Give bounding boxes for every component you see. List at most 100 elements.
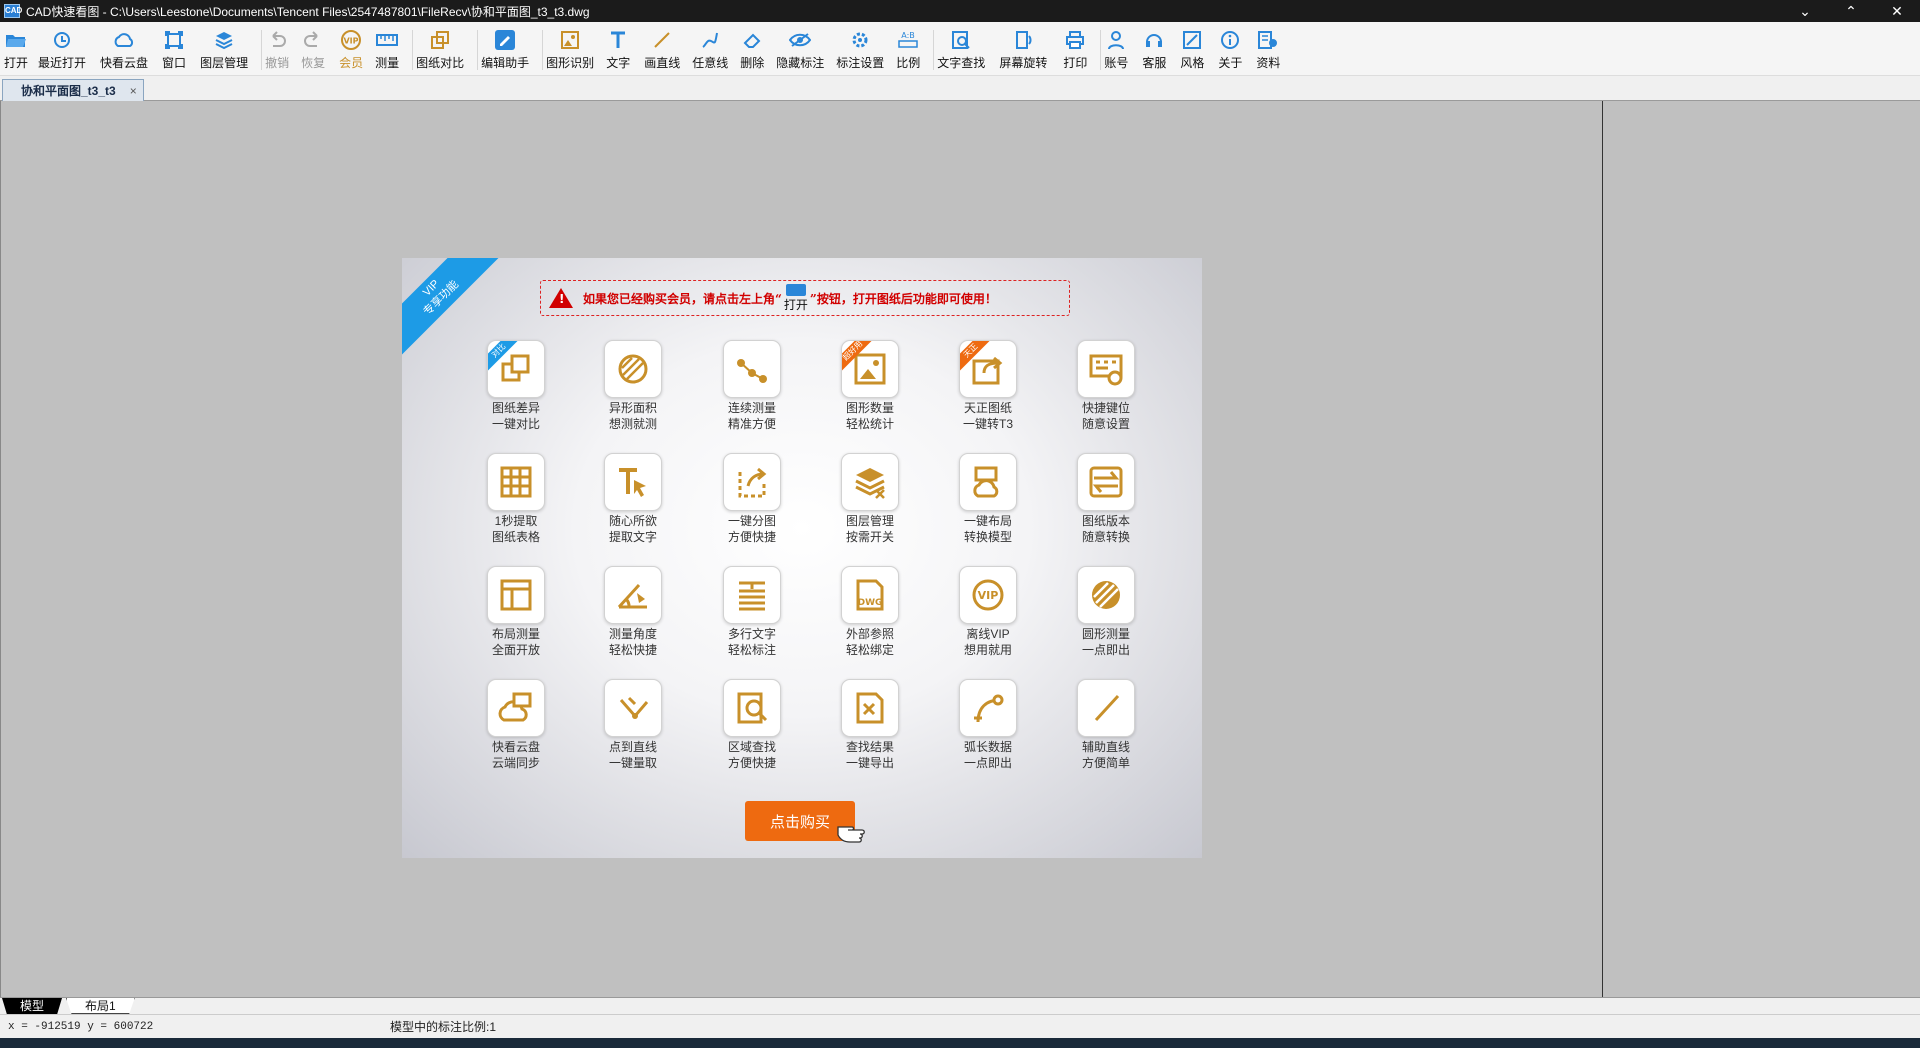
toolbar-button-window[interactable]: 窗口 [162,22,186,76]
feature-subtitle: 提取文字 [608,530,657,544]
toolbar-button-cloud[interactable]: 快看云盘 [100,22,148,76]
feature-icon-box: 超好用 [841,340,899,398]
toolbar-button-undo[interactable]: 撤销 [265,22,289,76]
feature-tile-compare-drawings[interactable]: 对比 图纸差异 一键对比 [468,340,564,432]
feature-tile-angle-measure[interactable]: 测量角度 轻松快捷 [585,566,681,658]
toolbar-button-text-search[interactable]: 文字查找 [937,22,985,76]
toolbar-button-style[interactable]: 风格 [1180,22,1204,76]
feature-tile-multiline-text[interactable]: 多行文字 轻松标注 [704,566,800,658]
notice-text-before: 如果您已经购买会员，请点击左上角“ [583,291,782,306]
close-window-button[interactable]: ✕ [1874,0,1920,22]
toolbar-button-account[interactable]: 账号 [1104,22,1128,76]
toolbar-button-folder-open[interactable]: 打开 [4,22,28,76]
measure-icon [375,28,399,52]
annotation-scale-text: 模型中的标注比例:1 [390,1020,497,1034]
feature-tile-hotkey[interactable]: 快捷键位 随意设置 [1058,340,1154,432]
arc-length-icon [974,694,1004,723]
feature-subtitle: 按需开关 [845,530,894,544]
feature-tile-area-search[interactable]: 区域查找 方便快捷 [704,679,800,771]
toolbar-button-rotate-screen[interactable]: 屏幕旋转 [999,22,1047,76]
account-icon [1104,28,1128,52]
feature-tile-export-results[interactable]: 查找结果 一键导出 [822,679,918,771]
feature-tile-layout-measure[interactable]: 布局测量 全面开放 [468,566,564,658]
toolbar-button-label: 标注设置 [836,56,885,70]
toolbar-button-measure[interactable]: 测量 [375,22,399,76]
feature-title: 图层管理 [845,514,894,528]
toolbar-button-info[interactable]: 关于 [1218,22,1242,76]
minimize-button[interactable]: ⌄ [1782,0,1828,22]
toolbar-button-print[interactable]: 打印 [1063,22,1087,76]
feature-tile-cloud-sync[interactable]: 快看云盘 云端同步 [468,679,564,771]
toolbar-button-label: 恢复 [301,56,326,70]
folder-open-icon [785,283,806,296]
compare-drawings-icon [501,354,530,382]
vip-notice: ! 如果您已经购买会员，请点击左上角“ 打开 ”按钮，打开图纸后功能即可使用！ [540,280,1070,316]
feature-tile-tangent-convert[interactable]: 天正 天正图纸 一键转T3 [940,340,1036,432]
feature-title: 点到直线 [608,740,657,754]
toolbar-button-shape-recognize[interactable]: 图形识别 [546,22,594,76]
toolbar-button-freehand[interactable]: 任意线 [692,22,728,76]
feature-tile-version-convert[interactable]: 图纸版本 随意转换 [1058,453,1154,545]
close-tab-icon[interactable]: × [130,84,137,98]
document-tab-bar: 协和平面图_t3_t3 × [0,76,1920,101]
feature-tile-xref-dwg[interactable]: DWG 外部参照 轻松绑定 [822,566,918,658]
text-search-icon [949,28,973,52]
circle-measure-icon [1092,581,1120,609]
tab-layout1[interactable]: 布局1 [66,998,135,1014]
feature-tile-shape-count[interactable]: 超好用 图形数量 轻松统计 [822,340,918,432]
toolbar-button-vip[interactable]: VIP 会员 [339,22,363,76]
toolbar-button-label: 会员 [339,56,364,70]
feature-tile-layer-toggle[interactable]: 图层管理 按需开关 [822,453,918,545]
feature-tile-layout-convert[interactable]: 一键布局 转换模型 [940,453,1036,545]
window-icon [162,28,186,52]
edit-helper-icon [493,28,517,52]
toolbar-button-recent[interactable]: 最近打开 [38,22,86,76]
recent-icon [50,28,74,52]
toolbar-button-hide-annotation[interactable]: 隐藏标注 [776,22,824,76]
feature-tile-text-extract[interactable]: 随心所欲 提取文字 [585,453,681,545]
toolbar-button-layers[interactable]: 图层管理 [200,22,248,76]
feature-icon-box [723,340,781,398]
feature-icon-box [841,453,899,511]
feature-tile-circle-measure[interactable]: 圆形测量 一点即出 [1058,566,1154,658]
toolbar-button-line[interactable]: 画直线 [644,22,680,76]
feature-icon-box [1077,566,1135,624]
document-tab[interactable]: 协和平面图_t3_t3 × [2,79,144,101]
feature-icon-box: VIP [959,566,1017,624]
toolbar-button-eraser[interactable]: 删除 [740,22,764,76]
toolbar-button-redo[interactable]: 恢复 [301,22,325,76]
maximize-button[interactable]: ⌃ [1828,0,1874,22]
undo-icon [265,28,289,52]
feature-title: 圆形测量 [1081,627,1130,641]
feature-subtitle: 一点即出 [1081,643,1130,657]
feature-title: 快看云盘 [491,740,540,754]
toolbar-button-headset[interactable]: 客服 [1142,22,1166,76]
table-extract-icon [500,466,532,498]
feature-title: 快捷键位 [1081,401,1130,415]
headset-icon [1142,28,1166,52]
feature-tile-offline-vip[interactable]: VIP 离线VIP 想用就用 [940,566,1036,658]
point-to-line-icon [619,696,649,719]
feature-tile-table-extract[interactable]: 1秒提取 图纸表格 [468,453,564,545]
feature-tile-split-drawing[interactable]: 一键分图 方便快捷 [704,453,800,545]
toolbar-button-scale[interactable]: A:B 比例 [896,22,920,76]
feature-tile-continuous-measure[interactable]: 连续测量 精准方便 [704,340,800,432]
toolbar-button-annotation-settings[interactable]: 标注设置 [836,22,884,76]
feature-subtitle: 轻松快捷 [608,643,657,657]
feature-icon-box [723,453,781,511]
split-drawing-icon [738,467,767,498]
drawing-canvas[interactable]: VIP 专享功能 ! 如果您已经购买会员，请点击左上角“ 打开 ”按钮，打开图纸… [0,101,1920,997]
toolbar-button-label: 窗口 [162,56,187,70]
feature-tile-point-to-line[interactable]: 点到直线 一键量取 [585,679,681,771]
feature-title: 图纸差异 [491,401,540,415]
toolbar-button-compare[interactable]: 图纸对比 [416,22,464,76]
feature-subtitle: 方便快捷 [727,756,776,770]
feature-tile-arc-length[interactable]: 弧长数据 一点即出 [940,679,1036,771]
toolbar-button-documents[interactable]: 资料 [1256,22,1280,76]
feature-tile-assist-line[interactable]: 辅助直线 方便简单 [1058,679,1154,771]
toolbar-button-edit-helper[interactable]: 编辑助手 [481,22,529,76]
toolbar-button-text[interactable]: 文字 [606,22,630,76]
tab-model[interactable]: 模型 [2,998,63,1014]
feature-tile-irregular-area[interactable]: 异形面积 想测就测 [585,340,681,432]
layout-tab-bar: 模型 布局1 [0,997,1920,1014]
